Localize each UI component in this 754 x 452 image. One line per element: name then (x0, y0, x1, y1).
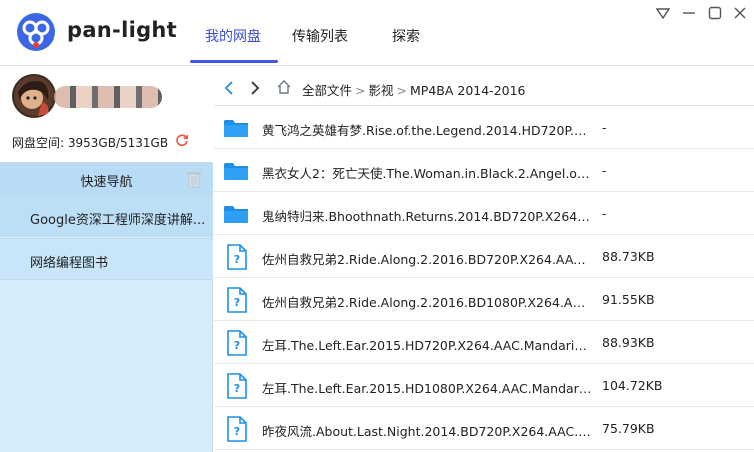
breadcrumb-separator: > (355, 83, 366, 98)
file-size: - (602, 120, 607, 135)
file-row[interactable]: ? 佐州自救兄弟2.Ride.Along.2.2016.BD1080P.X264… (214, 278, 754, 321)
forward-arrow-icon[interactable] (248, 80, 262, 96)
file-row[interactable]: ? 左耳.The.Left.Ear.2015.HD1080P.X264.AAC.… (214, 364, 754, 407)
tab-explore[interactable]: 探索 (392, 26, 420, 46)
file-size: - (602, 163, 607, 178)
app-title: pan-light (67, 18, 177, 42)
file-name: 左耳.The.Left.Ear.2015.HD720P.X264.AAC.Man… (262, 338, 592, 353)
tab-my-disk[interactable]: 我的网盘 (205, 26, 261, 46)
unknown-file-icon: ? (227, 373, 247, 399)
svg-text:?: ? (234, 296, 240, 309)
file-row[interactable]: 鬼纳特归来.Bhoothnath.Returns.2014.BD720P.X26… (214, 192, 754, 235)
minimize-icon[interactable] (680, 4, 698, 22)
pan-light-logo-icon (17, 13, 55, 51)
file-size: 104.72KB (602, 378, 663, 393)
file-size: 88.93KB (602, 335, 655, 350)
svg-text:?: ? (234, 339, 240, 352)
svg-text:?: ? (234, 253, 240, 266)
unknown-file-icon: ? (227, 330, 247, 356)
file-name: 左耳.The.Left.Ear.2015.HD1080P.X264.AAC.Ma… (262, 381, 592, 396)
tab-transfer-list[interactable]: 传输列表 (292, 26, 348, 46)
folder-icon (224, 163, 248, 180)
back-arrow-icon[interactable] (222, 80, 236, 96)
dropdown-icon[interactable] (654, 4, 672, 22)
bookmark-item[interactable]: 网络编程图书 (0, 238, 213, 280)
home-icon[interactable] (276, 79, 292, 95)
sidebar: 网盘空间: 3953GB/5131GB 快速导航 Google资深工程师深度讲解… (0, 70, 213, 452)
breadcrumb-item[interactable]: 影视 (369, 83, 394, 98)
bookmark-item[interactable]: Google资深工程师深度讲解... (0, 195, 213, 237)
file-row[interactable]: 黄飞鸿之英雄有梦.Rise.of.the.Legend.2014.HD720P.… (214, 106, 754, 149)
refresh-icon[interactable] (175, 133, 189, 147)
close-icon[interactable] (731, 4, 749, 22)
breadcrumb-item[interactable]: 全部文件 (302, 83, 352, 98)
quota-value: 3953GB/5131GB (67, 136, 169, 150)
avatar[interactable] (12, 74, 56, 118)
breadcrumb-item[interactable]: MP4BA 2014-2016 (410, 83, 526, 98)
user-profile: 网盘空间: 3953GB/5131GB (0, 70, 213, 162)
maximize-icon[interactable] (706, 4, 724, 22)
svg-text:?: ? (234, 382, 240, 395)
bookmark-label: Google资深工程师深度讲解... (30, 213, 206, 228)
bookmark-label: 网络编程图书 (30, 256, 109, 271)
file-size: 88.73KB (602, 249, 655, 264)
file-list: 黄飞鸿之英雄有梦.Rise.of.the.Legend.2014.HD720P.… (214, 106, 754, 452)
file-name: 佐州自救兄弟2.Ride.Along.2.2016.BD1080P.X264.A… (262, 295, 592, 310)
file-size: 75.79KB (602, 421, 655, 436)
file-name: 昨夜风流.About.Last.Night.2014.BD720P.X264.A… (262, 424, 592, 439)
file-size: 91.55KB (602, 292, 655, 307)
active-tab-indicator (190, 60, 278, 63)
file-row[interactable]: ? 佐州自救兄弟2.Ride.Along.2.2016.BD720P.X264.… (214, 235, 754, 278)
breadcrumb-separator: > (396, 83, 407, 98)
breadcrumb-bar: 全部文件 > 影视 > MP4BA 2014-2016 (214, 70, 754, 106)
file-row[interactable]: ? 左耳.The.Left.Ear.2015.HD720P.X264.AAC.M… (214, 321, 754, 364)
file-name: 黑衣女人2：死亡天使.The.Woman.in.Black.2.Angel.of… (262, 166, 592, 181)
breadcrumb: 全部文件 > 影视 > MP4BA 2014-2016 (302, 80, 526, 99)
trash-icon[interactable] (186, 170, 202, 188)
folder-icon (224, 120, 248, 137)
storage-quota: 网盘空间: 3953GB/5131GB (12, 134, 168, 151)
unknown-file-icon: ? (227, 244, 247, 270)
quota-label: 网盘空间: (12, 136, 65, 150)
file-row[interactable]: 黑衣女人2：死亡天使.The.Woman.in.Black.2.Angel.of… (214, 149, 754, 192)
app-header: pan-light 我的网盘 传输列表 探索 (0, 0, 754, 66)
unknown-file-icon: ? (227, 287, 247, 313)
quick-nav-label: 快速导航 (80, 175, 133, 190)
file-name: 鬼纳特归来.Bhoothnath.Returns.2014.BD720P.X26… (262, 209, 592, 224)
username-blurred (54, 86, 162, 108)
unknown-file-icon: ? (227, 416, 247, 442)
file-name: 黄飞鸿之英雄有梦.Rise.of.the.Legend.2014.HD720P.… (262, 123, 592, 138)
svg-text:?: ? (234, 425, 240, 438)
quick-nav-header: 快速导航 (0, 162, 213, 195)
folder-icon (224, 206, 248, 223)
file-row[interactable]: ? 昨夜风流.About.Last.Night.2014.BD720P.X264… (214, 407, 754, 450)
file-size: - (602, 206, 607, 221)
file-name: 佐州自救兄弟2.Ride.Along.2.2016.BD720P.X264.AA… (262, 252, 592, 267)
